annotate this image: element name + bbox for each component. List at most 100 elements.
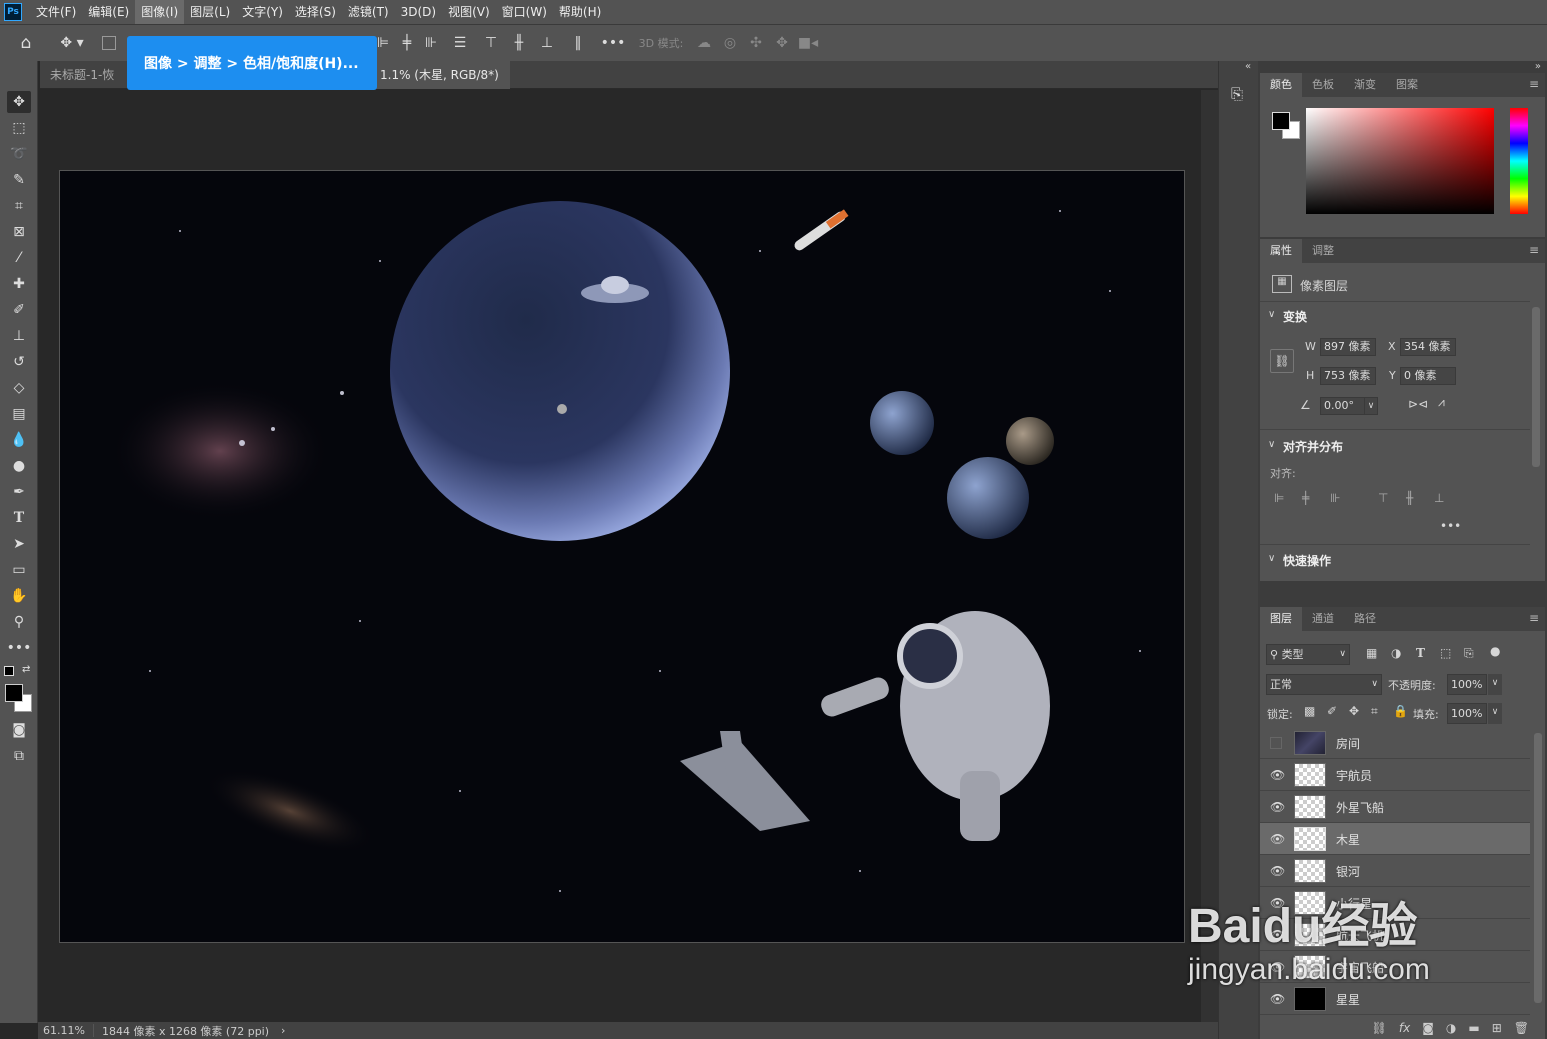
healing-brush-icon[interactable]: ✚ <box>7 273 31 295</box>
more-options-icon[interactable]: ••• <box>595 31 631 55</box>
fill-dropdown-icon[interactable]: ∨ <box>1488 703 1502 724</box>
menu-type[interactable]: 文字(Y) <box>236 0 289 24</box>
menu-help[interactable]: 帮助(H) <box>553 0 607 24</box>
width-field[interactable]: 897 像素 <box>1320 338 1376 356</box>
layer-row-alien-ship[interactable]: 👁 外星飞船 <box>1260 791 1530 823</box>
panel-menu-icon[interactable]: ≡ <box>1529 77 1539 91</box>
lock-pixels-icon[interactable]: ✐ <box>1327 704 1337 718</box>
fill-field[interactable]: 100% <box>1447 703 1487 724</box>
layer-name[interactable]: 宇航员 <box>1336 767 1372 784</box>
tab-paths[interactable]: 路径 <box>1344 607 1386 631</box>
menu-3d[interactable]: 3D(D) <box>395 0 442 24</box>
scale-3d-icon[interactable]: ■◂ <box>795 31 821 55</box>
chevron-down-icon[interactable]: ∨ <box>1268 309 1275 320</box>
gradient-tool-icon[interactable]: ▤ <box>7 403 31 425</box>
marquee-tool-icon[interactable]: ⬚ <box>7 117 31 139</box>
align-right-edges-icon[interactable]: ⊪ <box>1330 491 1340 505</box>
tab-patterns[interactable]: 图案 <box>1386 73 1428 97</box>
layer-name[interactable]: 木星 <box>1336 831 1360 848</box>
lock-transparent-icon[interactable]: ▩ <box>1304 704 1315 718</box>
move-tool-icon[interactable]: ✥ <box>7 91 31 113</box>
menu-filter[interactable]: 滤镜(T) <box>342 0 395 24</box>
height-field[interactable]: 753 像素 <box>1320 367 1376 385</box>
blur-tool-icon[interactable]: 💧 <box>7 429 31 451</box>
blend-mode-select[interactable]: 正常 ∨ <box>1266 674 1382 695</box>
align-hcenter-icon[interactable]: ╪ <box>395 31 419 55</box>
panel-menu-icon[interactable]: ≡ <box>1529 243 1539 257</box>
flip-horizontal-icon[interactable]: ⊳⊲ <box>1408 397 1428 411</box>
visibility-off-box[interactable] <box>1270 737 1282 749</box>
slide-3d-icon[interactable]: ✥ <box>769 31 795 55</box>
x-position-field[interactable]: 354 像素 <box>1400 338 1456 356</box>
filter-type-icon[interactable]: T <box>1416 646 1425 660</box>
move-tool-preset-icon[interactable]: ✥ ▾ <box>52 31 92 55</box>
layer-name[interactable]: 星星 <box>1336 991 1360 1008</box>
color-field[interactable] <box>1306 108 1494 214</box>
layer-name[interactable]: 外星飞船 <box>1336 799 1384 816</box>
edit-toolbar-icon[interactable]: ••• <box>7 637 32 659</box>
history-panel-icon[interactable]: ⎘ <box>1231 85 1243 103</box>
menu-view[interactable]: 视图(V) <box>442 0 496 24</box>
menu-window[interactable]: 窗口(W) <box>496 0 553 24</box>
align-vcenter-icon[interactable]: ╫ <box>505 31 533 55</box>
eye-icon[interactable]: 👁 <box>1270 992 1285 1006</box>
align-bottom-icon[interactable]: ⊥ <box>533 31 561 55</box>
layer-style-icon[interactable]: fx <box>1399 1021 1410 1035</box>
zoom-tool-icon[interactable]: ⚲ <box>7 611 31 633</box>
collapse-arrows-icon[interactable]: « <box>1245 61 1251 72</box>
roll-3d-icon[interactable]: ◎ <box>717 31 743 55</box>
align-horizontal-centers-icon[interactable]: ╪ <box>1302 491 1309 505</box>
zoom-level[interactable]: 61.11% <box>38 1024 94 1037</box>
link-dimensions-icon[interactable]: ⛓ <box>1270 349 1294 373</box>
align-bottom-edges-icon[interactable]: ⊥ <box>1434 491 1444 505</box>
tab-swatches[interactable]: 色板 <box>1302 73 1344 97</box>
angle-dropdown-icon[interactable]: ∨ <box>1364 397 1378 415</box>
adjustment-layer-icon[interactable]: ◑ <box>1446 1021 1456 1035</box>
rectangle-tool-icon[interactable]: ▭ <box>7 559 31 581</box>
default-colors-icon[interactable] <box>4 666 14 676</box>
eye-icon[interactable]: 👁 <box>1270 768 1285 782</box>
lock-position-icon[interactable]: ✥ <box>1349 704 1359 718</box>
properties-scrollbar[interactable] <box>1532 307 1540 467</box>
quick-mask-icon[interactable]: ◙ <box>7 719 31 741</box>
chevron-right-icon[interactable]: › <box>281 1024 285 1037</box>
layer-row-jupiter[interactable]: 👁 木星 <box>1260 823 1530 855</box>
add-mask-icon[interactable]: ◙ <box>1422 1021 1434 1035</box>
eraser-tool-icon[interactable]: ◇ <box>7 377 31 399</box>
eyedropper-icon[interactable]: ⁄ <box>7 247 31 269</box>
align-top-edges-icon[interactable]: ⊤ <box>1378 491 1388 505</box>
layer-row-galaxy[interactable]: 👁 银河 <box>1260 855 1530 887</box>
align-top-icon[interactable]: ⊤ <box>477 31 505 55</box>
hue-slider[interactable] <box>1510 108 1528 214</box>
opacity-dropdown-icon[interactable]: ∨ <box>1488 674 1502 695</box>
eye-icon[interactable]: 👁 <box>1270 800 1285 814</box>
tab-color[interactable]: 颜色 <box>1260 73 1302 97</box>
screen-mode-icon[interactable]: ⧉ <box>7 745 31 767</box>
group-folder-icon[interactable]: ▬ <box>1468 1021 1479 1035</box>
tab-properties[interactable]: 属性 <box>1260 239 1302 263</box>
align-right-icon[interactable]: ⊪ <box>419 31 443 55</box>
orbit-3d-icon[interactable]: ☁ <box>691 31 717 55</box>
menu-select[interactable]: 选择(S) <box>289 0 342 24</box>
type-tool-icon[interactable]: T <box>7 507 31 529</box>
distribute-vertical-icon[interactable]: ‖ <box>561 31 595 55</box>
filter-smart-object-icon[interactable]: ⎘ <box>1464 646 1474 661</box>
opacity-field[interactable]: 100% <box>1447 674 1487 695</box>
history-brush-icon[interactable]: ↺ <box>7 351 31 373</box>
layer-row-stars[interactable]: 👁 星星 <box>1260 983 1530 1015</box>
clone-stamp-icon[interactable]: ⊥ <box>7 325 31 347</box>
chevron-down-icon[interactable]: ∨ <box>1268 553 1275 564</box>
eye-icon[interactable]: 👁 <box>1270 864 1285 878</box>
new-layer-icon[interactable]: ⊞ <box>1492 1021 1502 1035</box>
align-left-edges-icon[interactable]: ⊫ <box>1274 491 1284 505</box>
layers-scrollbar[interactable] <box>1534 733 1542 1003</box>
layer-row-room[interactable]: 房间 <box>1260 727 1530 759</box>
expand-arrows-icon[interactable]: » <box>1535 61 1541 72</box>
tab-active-document[interactable]: 1.1% (木星, RGB/8*) * × <box>370 61 510 110</box>
menu-image[interactable]: 图像(I) <box>135 0 185 24</box>
crop-tool-icon[interactable]: ⌗ <box>7 195 31 217</box>
tab-adjustments[interactable]: 调整 <box>1302 239 1344 263</box>
brush-tool-icon[interactable]: ✐ <box>7 299 31 321</box>
path-select-icon[interactable]: ➤ <box>7 533 31 555</box>
align-vertical-centers-icon[interactable]: ╫ <box>1406 491 1413 505</box>
